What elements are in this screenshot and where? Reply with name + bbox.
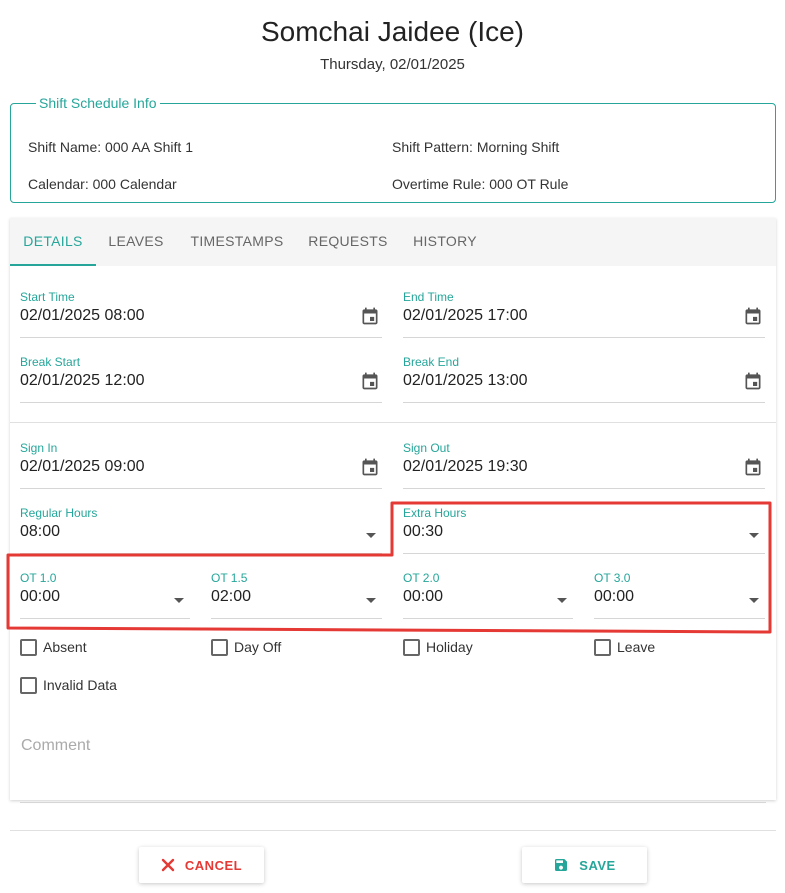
sign-in-value[interactable]: 02/01/2025 09:00 [20, 458, 145, 476]
start-time-field[interactable]: Start Time 02/01/2025 08:00 [20, 290, 382, 338]
end-time-field[interactable]: End Time 02/01/2025 17:00 [403, 290, 765, 338]
holiday-checkbox[interactable]: Holiday [403, 637, 473, 657]
ot-1-0-label: OT 1.0 [20, 571, 57, 585]
ot-2-0-value[interactable]: 00:00 [403, 588, 443, 606]
calendar-icon[interactable] [743, 457, 763, 477]
extra-hours-value[interactable]: 00:30 [403, 523, 443, 541]
calendar-icon[interactable] [360, 371, 380, 391]
break-start-label: Break Start [20, 355, 81, 369]
tab-timestamps[interactable]: TIMESTAMPS [182, 218, 292, 266]
sign-in-label: Sign In [20, 441, 58, 455]
sign-in-field[interactable]: Sign In 02/01/2025 09:00 [20, 441, 382, 489]
close-icon [161, 858, 175, 872]
checkbox-box[interactable] [594, 638, 611, 656]
calendar-icon[interactable] [360, 457, 380, 477]
extra-hours-label: Extra Hours [403, 506, 467, 520]
leave-label: Leave [617, 639, 656, 655]
sign-out-label: Sign Out [403, 441, 450, 455]
tab-history[interactable]: HISTORY [403, 218, 487, 266]
break-end-value[interactable]: 02/01/2025 13:00 [403, 372, 528, 390]
start-time-label: Start Time [20, 290, 75, 304]
extra-hours-select[interactable]: Extra Hours 00:30 [403, 506, 765, 554]
holiday-label: Holiday [426, 639, 473, 655]
break-end-field[interactable]: Break End 02/01/2025 13:00 [403, 355, 765, 403]
ot-1-5-select[interactable]: OT 1.5 02:00 [211, 571, 382, 619]
checkbox-box[interactable] [20, 676, 37, 694]
dropdown-arrow-icon[interactable] [174, 598, 184, 603]
leave-checkbox[interactable]: Leave [594, 637, 655, 657]
tab-details[interactable]: DETAILS [10, 218, 96, 266]
ot-2-0-label: OT 2.0 [403, 571, 440, 585]
tab-requests[interactable]: REQUESTS [303, 218, 393, 266]
employee-name: Somchai Jaidee (Ice) [260, 16, 524, 47]
ot-1-5-label: OT 1.5 [211, 571, 248, 585]
shift-schedule-info: Shift Schedule Info Shift Name: 000 AA S… [10, 95, 776, 203]
day-off-checkbox[interactable]: Day Off [211, 637, 281, 657]
break-end-label: Break End [403, 355, 460, 369]
dropdown-arrow-icon[interactable] [366, 598, 376, 603]
ot-3-0-select[interactable]: OT 3.0 00:00 [594, 571, 765, 619]
sign-out-value[interactable]: 02/01/2025 19:30 [403, 458, 528, 476]
dropdown-arrow-icon[interactable] [366, 533, 376, 538]
save-icon [555, 859, 568, 871]
ot-1-5-value[interactable]: 02:00 [211, 588, 251, 606]
regular-hours-value[interactable]: 08:00 [20, 523, 60, 541]
start-time-value[interactable]: 02/01/2025 08:00 [20, 307, 145, 325]
ot-3-0-value[interactable]: 00:00 [594, 588, 634, 606]
tab-leaves[interactable]: LEAVES [100, 218, 172, 266]
checkbox-box[interactable] [20, 638, 37, 656]
calendar-icon[interactable] [360, 306, 380, 326]
overtime-rule: Overtime Rule: 000 OT Rule [392, 176, 569, 192]
sign-out-field[interactable]: Sign Out 02/01/2025 19:30 [403, 441, 765, 489]
save-button[interactable]: SAVE [522, 847, 647, 883]
shift-schedule-info-legend: Shift Schedule Info [39, 95, 157, 111]
cancel-label: CANCEL [184, 857, 243, 873]
calendar-icon[interactable] [743, 371, 763, 391]
break-start-value[interactable]: 02/01/2025 12:00 [20, 372, 145, 390]
schedule-date: Thursday, 02/01/2025 [320, 56, 465, 73]
regular-hours-select[interactable]: Regular Hours 08:00 [20, 506, 382, 554]
end-time-value[interactable]: 02/01/2025 17:00 [403, 307, 528, 325]
ot-1-0-value[interactable]: 00:00 [20, 588, 60, 606]
dropdown-arrow-icon[interactable] [557, 598, 567, 603]
day-off-label: Day Off [234, 639, 282, 655]
ot-1-0-select[interactable]: OT 1.0 00:00 [20, 571, 190, 619]
calendar: Calendar: 000 Calendar [28, 176, 177, 192]
invalid-data-checkbox[interactable]: Invalid Data [20, 675, 117, 695]
checkbox-box[interactable] [211, 638, 228, 656]
dropdown-arrow-icon[interactable] [749, 598, 759, 603]
dropdown-arrow-icon[interactable] [749, 533, 759, 538]
absent-checkbox[interactable]: Absent [20, 637, 87, 657]
checkbox-box[interactable] [403, 638, 420, 656]
shift-name: Shift Name: 000 AA Shift 1 [28, 139, 193, 155]
save-label: SAVE [579, 857, 616, 873]
ot-2-0-select[interactable]: OT 2.0 00:00 [403, 571, 573, 619]
invalid-data-label: Invalid Data [43, 677, 117, 693]
end-time-label: End Time [403, 290, 454, 304]
regular-hours-label: Regular Hours [20, 506, 98, 520]
tab-bar: DETAILS LEAVES TIMESTAMPS REQUESTS HISTO… [10, 218, 776, 266]
comment-placeholder: Comment [21, 737, 91, 754]
comment-field[interactable]: Comment [20, 737, 766, 803]
calendar-icon[interactable] [743, 306, 763, 326]
ot-3-0-label: OT 3.0 [594, 571, 631, 585]
break-start-field[interactable]: Break Start 02/01/2025 12:00 [20, 355, 382, 403]
cancel-button[interactable]: CANCEL [139, 847, 264, 883]
absent-label: Absent [43, 639, 87, 655]
section-divider [10, 422, 776, 423]
shift-pattern: Shift Pattern: Morning Shift [392, 139, 560, 155]
footer-divider [10, 830, 776, 831]
